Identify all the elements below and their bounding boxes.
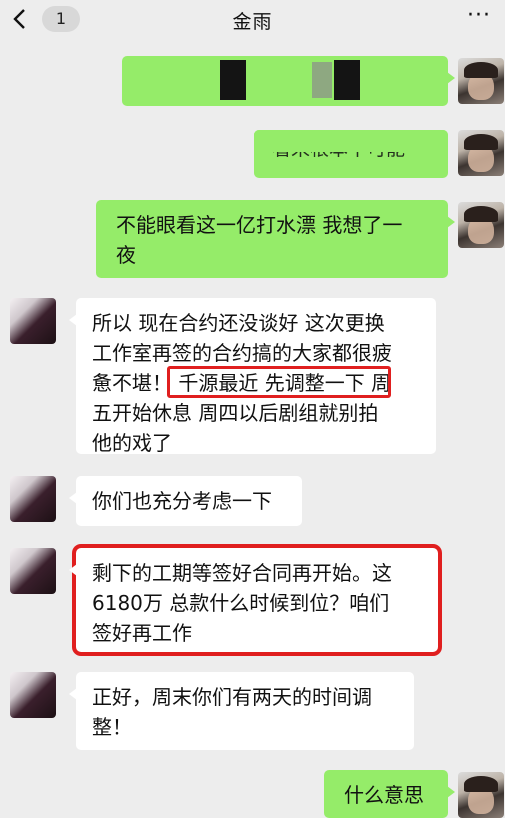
chat-header: 1 金雨 ··· bbox=[0, 0, 505, 40]
avatar-me[interactable] bbox=[458, 202, 504, 248]
message-bubble-outgoing[interactable]: 看来根本不可能 bbox=[254, 130, 448, 178]
message-bubble-incoming[interactable]: 所以 现在合约还没谈好 这次更换 工作室再签的合约搞的大家都很疲 惫不堪！ 千源… bbox=[69, 298, 436, 455]
message-bubble-incoming[interactable]: 正好，周末你们有两天的时间调 整！ bbox=[69, 672, 414, 750]
avatar-contact[interactable] bbox=[10, 298, 56, 344]
message-bubble-outgoing[interactable]: 不能眼看这一亿打水漂 我想了一 夜 bbox=[96, 200, 455, 278]
redaction-mark bbox=[334, 60, 360, 100]
chat-title: 金雨 bbox=[232, 11, 273, 33]
avatar-me[interactable] bbox=[458, 58, 504, 104]
message-text: 不能眼看这一亿打水漂 我想了一 夜 bbox=[116, 213, 403, 267]
avatar-contact[interactable] bbox=[10, 672, 56, 718]
avatar-contact[interactable] bbox=[10, 476, 56, 522]
redaction-mark bbox=[312, 62, 332, 98]
highlight-box bbox=[167, 366, 391, 398]
message-text: 什么意思 bbox=[344, 783, 424, 807]
avatar-me[interactable] bbox=[458, 772, 504, 818]
ellipsis-icon[interactable]: ··· bbox=[467, 5, 491, 27]
redaction-mark bbox=[220, 60, 246, 100]
message-bubble-outgoing[interactable] bbox=[122, 56, 455, 106]
message-text: 正好，周末你们有两天的时间调 整！ bbox=[92, 685, 372, 739]
blur-overlay bbox=[254, 130, 448, 152]
message-bubble-incoming[interactable]: 你们也充分考虑一下 bbox=[69, 476, 302, 526]
message-text: 你们也充分考虑一下 bbox=[92, 489, 272, 513]
avatar-contact[interactable] bbox=[10, 548, 56, 594]
message-text: 剩下的工期等签好合同再开始。这 6180万 总款什么时候到位？咱们 签好再工作 bbox=[92, 561, 392, 645]
message-bubble-incoming[interactable]: 剩下的工期等签好合同再开始。这 6180万 总款什么时候到位？咱们 签好再工作 bbox=[69, 548, 438, 652]
avatar-me[interactable] bbox=[458, 130, 504, 176]
